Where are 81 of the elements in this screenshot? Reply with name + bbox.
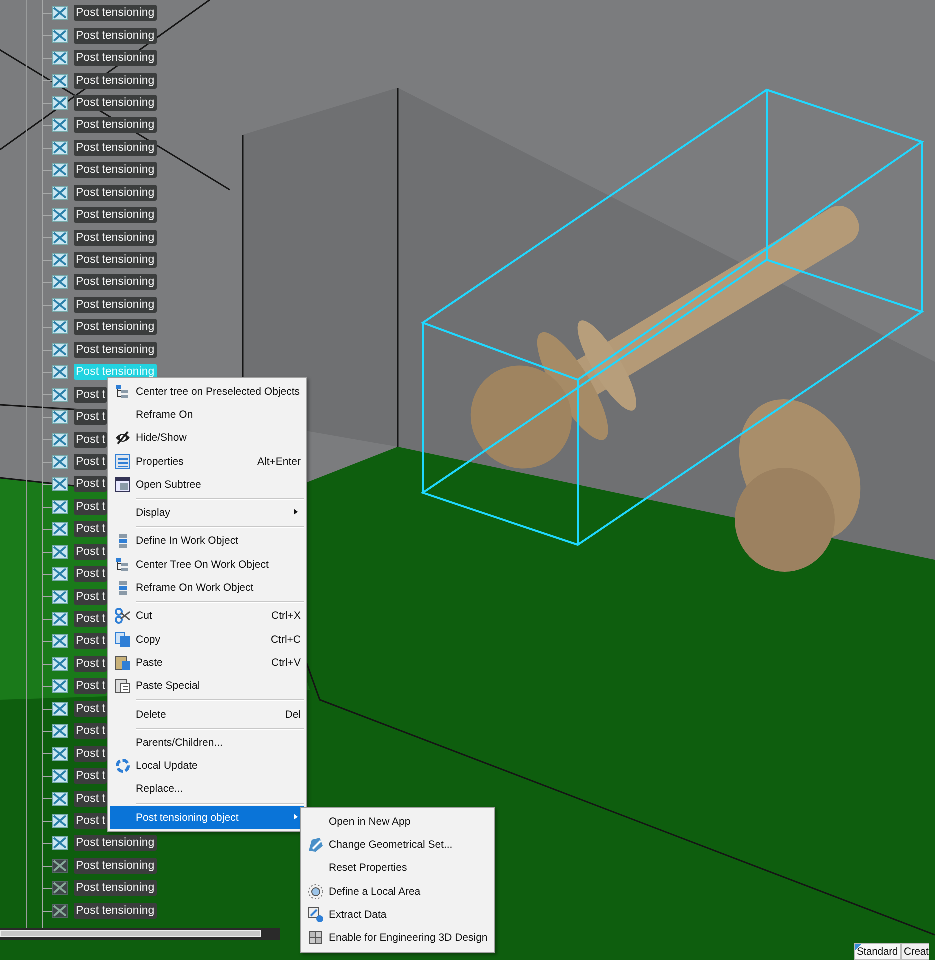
tree-item[interactable]: Post t — [74, 521, 108, 538]
menu-item[interactable]: Reframe On Work Object — [110, 576, 304, 600]
menu-item[interactable]: Cut Ctrl+X — [110, 604, 304, 628]
tree-item[interactable]: Post tensioning — [74, 5, 157, 22]
tree-item[interactable]: Post tensioning — [74, 296, 157, 313]
tree-item[interactable]: Post t — [74, 678, 108, 694]
menu-item[interactable]: Display — [110, 501, 304, 525]
tree-item[interactable]: Post t — [74, 700, 108, 717]
menu-item[interactable]: Open Subtree — [110, 473, 304, 496]
menu-item[interactable]: Post tensioning object — [110, 806, 304, 830]
menu-item[interactable]: Enable for Engineering 3D Design — [303, 926, 492, 950]
menu-item[interactable]: Reframe On — [110, 403, 304, 427]
tab[interactable]: Standard — [854, 943, 902, 960]
list-icon — [115, 454, 131, 470]
tree-item[interactable]: Post tensioning — [74, 319, 157, 336]
tree-item[interactable]: Post t — [74, 409, 108, 426]
menu-item[interactable]: Define a Local Area — [303, 880, 492, 904]
tree-item[interactable]: Post t — [74, 454, 108, 470]
tree-item[interactable]: Post t — [74, 790, 108, 807]
menu-item[interactable]: Center Tree On Work Object — [110, 553, 304, 576]
tree-item[interactable]: Post tensioning — [74, 835, 157, 852]
tree-icon — [115, 384, 131, 400]
tree-item[interactable]: Post tensioning — [74, 902, 157, 919]
tree-item[interactable]: Post tensioning — [74, 274, 157, 290]
tree-item[interactable]: Post tensioning — [74, 230, 157, 246]
tree-item[interactable]: Post t — [74, 746, 108, 762]
tree-item[interactable]: Post tensioning — [74, 184, 157, 201]
tree-item[interactable]: Post t — [74, 544, 108, 560]
menu-item[interactable]: Extract Data — [303, 903, 492, 926]
tree-item[interactable]: Post t — [74, 566, 108, 582]
tree-item[interactable]: Post t — [74, 768, 108, 784]
menu-item[interactable]: Local Update — [110, 754, 304, 778]
tree-item[interactable]: Post t — [74, 432, 108, 448]
tree-item[interactable]: Post tensioning — [74, 162, 157, 178]
tree-item[interactable]: Post tensioning — [74, 252, 157, 268]
menu-item[interactable]: Change Geometrical Set... — [303, 833, 492, 857]
tree-item[interactable]: Post t — [74, 633, 108, 650]
sun-icon — [308, 884, 324, 900]
extract-icon — [308, 906, 324, 923]
tree-item[interactable]: Post t — [74, 498, 108, 515]
eye-icon — [115, 430, 131, 446]
menu-item[interactable]: Delete Del — [110, 702, 304, 726]
tree-item[interactable]: Post tensioning — [74, 50, 157, 66]
menu-item[interactable]: Parents/Children... — [110, 731, 304, 754]
copy-icon — [115, 632, 131, 648]
tree-item[interactable]: Post t — [74, 386, 108, 403]
menu-item[interactable]: Paste Ctrl+V — [110, 651, 304, 675]
tree-item[interactable]: Post tensioning — [74, 94, 157, 111]
tree-item[interactable]: Post tensioning — [74, 117, 157, 134]
menu-item[interactable]: Copy Ctrl+C — [110, 628, 304, 652]
tree-item[interactable]: Post tensioning — [74, 858, 157, 874]
tree-item[interactable]: Post t — [74, 611, 108, 628]
tree-item[interactable]: Post t — [74, 723, 108, 740]
tree-item[interactable]: Post tensioning — [74, 342, 157, 358]
tree-item[interactable]: Post t — [74, 656, 108, 672]
scissors-icon — [115, 608, 131, 624]
menu-item[interactable]: Define In Work Object — [110, 530, 304, 554]
tree-icon — [115, 556, 131, 573]
tree-item[interactable]: Post t — [74, 476, 108, 492]
refresh-icon — [115, 758, 131, 774]
paste-icon — [115, 654, 131, 671]
menu-item[interactable]: Center tree on Preselected Objects — [110, 380, 304, 404]
menu-item[interactable]: Reset Properties — [303, 856, 492, 880]
tree-item[interactable]: Post tensioning — [74, 72, 157, 89]
paste-special-icon — [115, 678, 131, 694]
tab[interactable]: Creat — [901, 943, 929, 960]
menu-item[interactable]: Properties Alt+Enter — [110, 450, 304, 474]
tree-item[interactable]: Post tensioning — [74, 207, 157, 224]
tree-item[interactable]: Post tensioning — [74, 28, 157, 44]
menu-item[interactable]: Replace... — [110, 778, 304, 802]
cubes-icon — [308, 930, 324, 946]
tree-item[interactable]: Post t — [74, 588, 108, 605]
tree-item[interactable]: Post tensioning — [74, 140, 157, 156]
menu-item[interactable]: Hide/Show — [110, 426, 304, 450]
tree-item[interactable]: Post tensioning — [74, 880, 157, 896]
window-icon — [115, 476, 131, 493]
menu-item[interactable]: Paste Special — [110, 674, 304, 698]
menu-item[interactable]: Open in New App — [303, 810, 492, 834]
pencil-icon — [308, 836, 324, 853]
scrollbar[interactable] — [0, 928, 280, 940]
tree-item[interactable]: Post t — [74, 812, 108, 829]
